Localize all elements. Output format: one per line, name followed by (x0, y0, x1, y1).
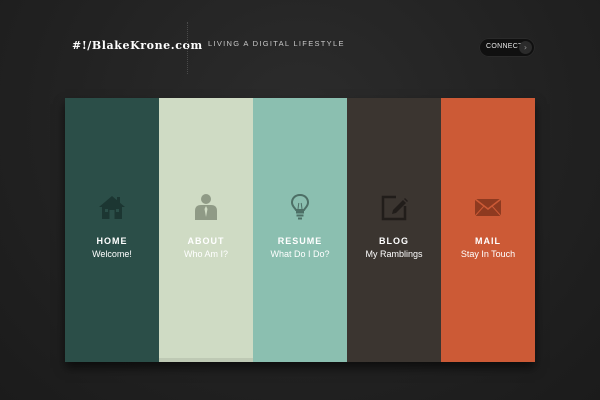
chevron-right-icon: › (519, 41, 532, 54)
nav-panel-mail[interactable]: MAIL Stay In Touch (441, 98, 535, 362)
connect-label: CONNECT (486, 43, 523, 50)
house-icon (99, 196, 125, 219)
nav-panel-mail-title: MAIL (475, 236, 501, 246)
site-logo[interactable]: #!/BlakeKrone.com (72, 39, 203, 52)
nav-panel-resume-title: RESUME (277, 236, 323, 246)
nav-panel-blog[interactable]: BLOG My Ramblings (347, 98, 441, 362)
header-divider (187, 22, 188, 74)
nav-panel-resume-subtitle: What Do I Do? (270, 249, 330, 259)
nav-panel-about-title: ABOUT (187, 236, 225, 246)
nav-panel-resume[interactable]: RESUME What Do I Do? (253, 98, 347, 362)
site-tagline: LIVING A DIGITAL LIFESTYLE (208, 39, 345, 48)
nav-panel-home-title: HOME (96, 236, 128, 246)
nav-panel-about-subtitle: Who Am I? (183, 249, 228, 259)
edit-icon (381, 195, 408, 221)
nav-panels: HOME Welcome! ABOUT Who Am I? RESUME Wha… (65, 98, 535, 362)
nav-panel-blog-subtitle: My Ramblings (365, 249, 423, 259)
nav-panel-about[interactable]: ABOUT Who Am I? (159, 98, 253, 362)
connect-button[interactable]: CONNECT › (479, 38, 535, 57)
lightbulb-icon (290, 193, 310, 220)
nav-panel-blog-title: BLOG (379, 236, 409, 246)
site-header: #!/BlakeKrone.com LIVING A DIGITAL LIFES… (0, 0, 600, 90)
envelope-icon (474, 198, 502, 217)
nav-panel-home[interactable]: HOME Welcome! (65, 98, 159, 362)
nav-panel-home-subtitle: Welcome! (92, 249, 132, 259)
person-icon (195, 194, 217, 220)
nav-panel-mail-subtitle: Stay In Touch (460, 249, 516, 259)
